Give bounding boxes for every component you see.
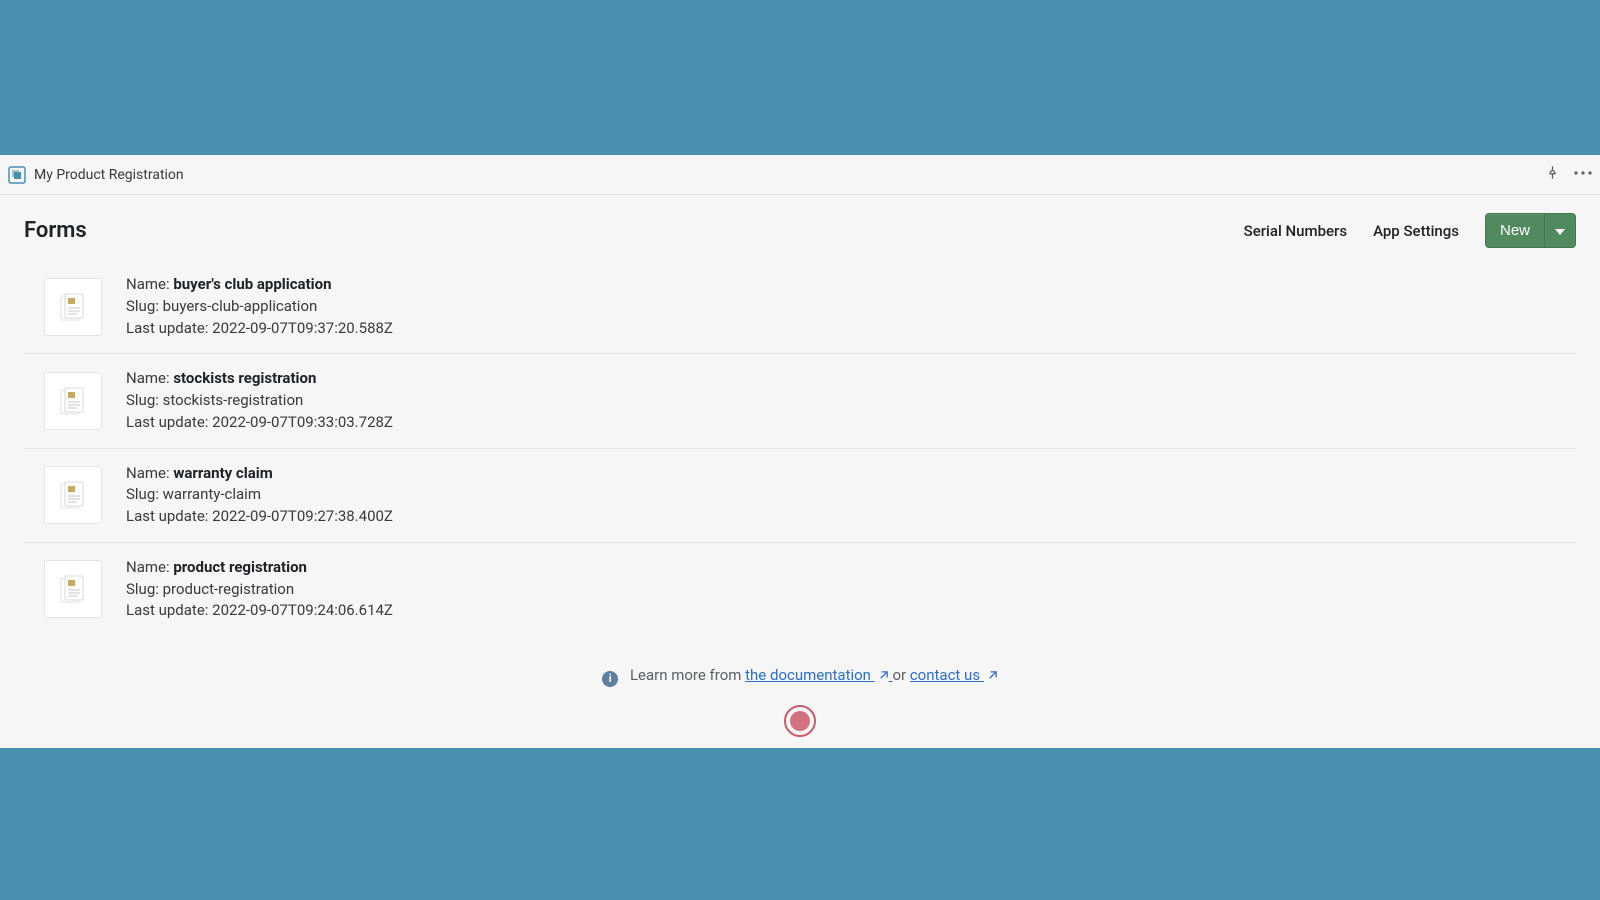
form-name: warranty claim	[173, 464, 272, 482]
form-updated: 2022-09-07T09:37:20.588Z	[212, 319, 393, 337]
label-slug: Slug:	[126, 580, 159, 598]
documentation-link[interactable]: the documentation	[745, 666, 892, 684]
page-header: Forms Serial Numbers App Settings New	[0, 195, 1600, 260]
label-name: Name:	[126, 275, 170, 293]
document-icon	[44, 466, 102, 524]
form-updated: 2022-09-07T09:27:38.400Z	[212, 507, 393, 525]
form-name: buyer's club application	[173, 275, 331, 293]
form-row-text: Name: warranty claim Slug: warranty-clai…	[126, 463, 393, 528]
contact-link[interactable]: contact us	[910, 666, 998, 684]
form-row[interactable]: Name: product registration Slug: product…	[24, 543, 1576, 636]
page-title: Forms	[24, 218, 87, 243]
form-row-text: Name: product registration Slug: product…	[126, 557, 393, 622]
label-name: Name:	[126, 558, 170, 576]
document-icon	[44, 372, 102, 430]
title-bar: My Product Registration	[0, 155, 1600, 195]
app-logo-icon	[8, 166, 26, 184]
record-button[interactable]	[784, 705, 816, 737]
form-row[interactable]: Name: warranty claim Slug: warranty-clai…	[24, 449, 1576, 543]
footer: i Learn more from the documentation or c…	[0, 666, 1600, 737]
document-icon	[44, 278, 102, 336]
nav-serial-numbers[interactable]: Serial Numbers	[1244, 222, 1347, 240]
info-icon: i	[602, 671, 618, 687]
app-panel: My Product Registration Forms Serial Num…	[0, 155, 1600, 748]
form-updated: 2022-09-07T09:24:06.614Z	[212, 601, 393, 619]
label-slug: Slug:	[126, 391, 159, 409]
more-icon[interactable]	[1574, 166, 1592, 184]
pin-icon[interactable]	[1545, 165, 1560, 184]
form-name: product registration	[173, 558, 307, 576]
label-updated: Last update:	[126, 507, 208, 525]
label-name: Name:	[126, 369, 170, 387]
footer-text-or: or	[892, 666, 909, 684]
caret-down-icon	[1555, 229, 1565, 235]
form-slug: product-registration	[163, 580, 295, 598]
label-slug: Slug:	[126, 297, 159, 315]
new-button[interactable]: New	[1485, 213, 1544, 248]
form-slug: buyers-club-application	[163, 297, 318, 315]
document-icon	[44, 560, 102, 618]
form-row-text: Name: buyer's club application Slug: buy…	[126, 274, 393, 339]
form-updated: 2022-09-07T09:33:03.728Z	[212, 413, 393, 431]
app-title: My Product Registration	[34, 167, 184, 183]
label-updated: Last update:	[126, 319, 208, 337]
label-updated: Last update:	[126, 413, 208, 431]
label-slug: Slug:	[126, 485, 159, 503]
form-name: stockists registration	[173, 369, 316, 387]
form-row-text: Name: stockists registration Slug: stock…	[126, 368, 393, 433]
record-icon	[790, 711, 810, 731]
new-dropdown-button[interactable]	[1544, 213, 1576, 248]
external-link-icon	[878, 670, 889, 681]
footer-text-prefix: Learn more from	[630, 666, 745, 684]
form-row[interactable]: Name: stockists registration Slug: stock…	[24, 354, 1576, 448]
new-button-group: New	[1485, 213, 1576, 248]
form-row[interactable]: Name: buyer's club application Slug: buy…	[24, 260, 1576, 354]
nav-app-settings[interactable]: App Settings	[1373, 222, 1459, 240]
label-updated: Last update:	[126, 601, 208, 619]
forms-list: Name: buyer's club application Slug: buy…	[0, 260, 1600, 636]
external-link-icon	[987, 670, 998, 681]
form-slug: warranty-claim	[163, 485, 261, 503]
form-slug: stockists-registration	[163, 391, 304, 409]
label-name: Name:	[126, 464, 170, 482]
